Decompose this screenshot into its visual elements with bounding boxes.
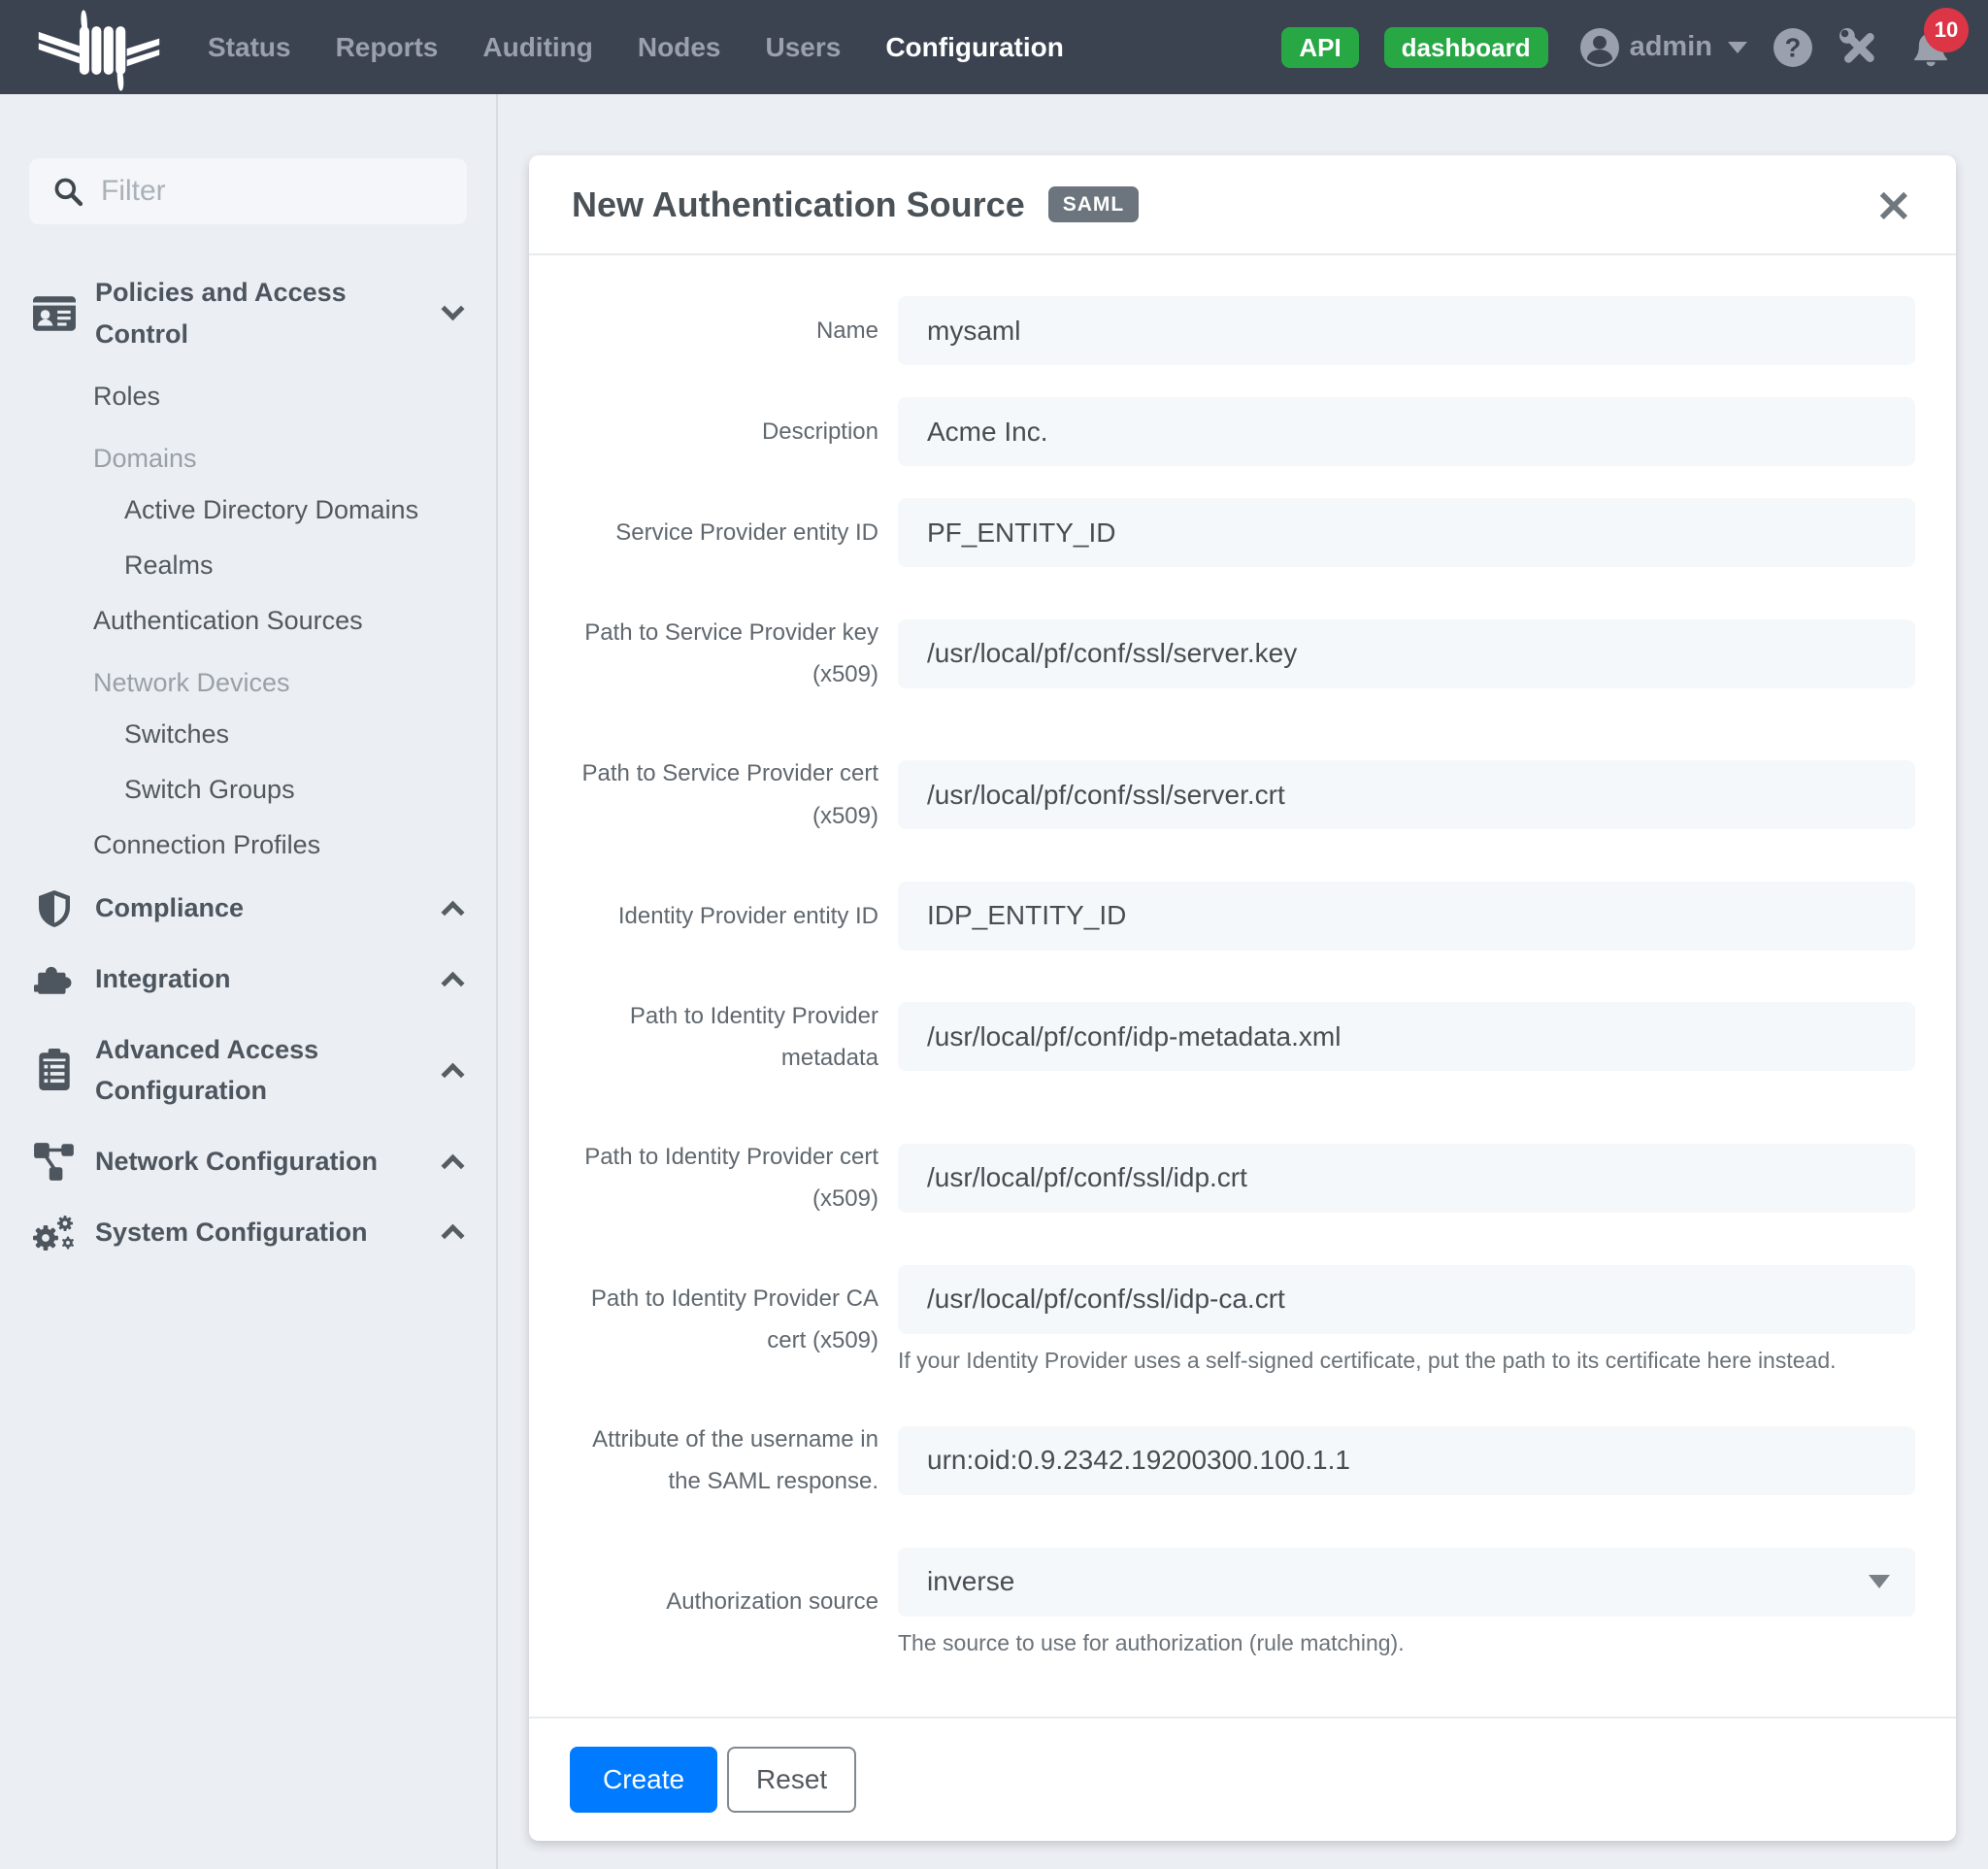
clipboard-icon [32, 1049, 77, 1091]
field-label: Name [815, 317, 878, 344]
person-icon [1579, 27, 1619, 67]
reset-button[interactable]: Reset [727, 1747, 857, 1814]
top-navbar: Status Reports Auditing Nodes Users Configura… [0, 0, 1988, 94]
sidebar: Policies and Access ControlRoles Domains A… [0, 94, 498, 1869]
caret-down-icon [1728, 41, 1747, 53]
username-label: admin [1629, 31, 1712, 62]
sidebar-item-policies-and-access-control[interactable]: Policies and Access Control [0, 257, 496, 369]
sidebar-item-active-directory-domains[interactable]: Active Directory Domains [0, 483, 496, 538]
field-label: Description [761, 417, 878, 445]
field-label: Attribute of the username in the SAML re… [592, 1426, 878, 1495]
saml-badge: SAML [1047, 186, 1140, 222]
sidebar-section-domains: Domains [93, 444, 197, 474]
chevron-up-icon [441, 1153, 465, 1178]
modal-footer: Create Reset [529, 1717, 1956, 1841]
sidebar-item-compliance[interactable]: Compliance [0, 873, 496, 944]
sidebar-item-switches[interactable]: Switches [0, 707, 496, 762]
shield-icon [32, 888, 77, 929]
close-icon[interactable]: × [1874, 182, 1913, 228]
svg-text:?: ? [1785, 32, 1802, 62]
nav-item-nodes[interactable]: Nodes [638, 32, 721, 63]
path-to-service-provider-cert-x509-input[interactable] [898, 760, 1915, 830]
form-row-authorization-source: Authorization source inverse The source t… [570, 1547, 1915, 1657]
selected-value: inverse [927, 1566, 1015, 1597]
nav-item-auditing[interactable]: Auditing [482, 32, 593, 63]
new-authentication-source-modal: New Authentication Source SAML × Name De… [529, 155, 1956, 1842]
field-label: Path to Service Provider cert (x509) [581, 760, 878, 829]
field-label: Service Provider entity ID [615, 518, 878, 546]
path-to-identity-provider-ca-cert-x509-input[interactable] [898, 1264, 1915, 1334]
nav-item-status[interactable]: Status [208, 32, 291, 63]
tools-icon[interactable] [1839, 27, 1879, 68]
sidebar-filter [29, 158, 476, 224]
form-row-identity-provider-entity-id: Identity Provider entity ID [570, 881, 1915, 951]
form-row-service-provider-entity-id: Service Provider entity ID [570, 498, 1915, 567]
attribute-of-the-username-in-the-saml-response-input[interactable] [898, 1425, 1915, 1495]
search-icon [54, 178, 83, 207]
path-to-service-provider-key-x509-input[interactable] [898, 618, 1915, 688]
chevron-up-icon [441, 971, 465, 995]
modal-title: New Authentication Source [572, 184, 1025, 224]
field-help-text: The source to use for authorization (rul… [898, 1629, 1405, 1655]
field-help-text: If your Identity Provider uses a self-si… [898, 1347, 1837, 1373]
field-label: Path to Service Provider key (x509) [584, 619, 878, 688]
field-label: Identity Provider entity ID [617, 902, 878, 929]
chevron-up-icon [441, 1224, 465, 1249]
sidebar-nav: Policies and Access Control Roles Domains A… [0, 257, 496, 1267]
sidebar-item-advanced-access-configuration[interactable]: Advanced Access Configuration [0, 1015, 496, 1126]
form-row-path-to-identity-provider-ca-cert-x509: Path to Identity Provider CA cert (x509)… [570, 1264, 1915, 1375]
form-row-path-to-service-provider-key-x509: Path to Service Provider key (x509) [570, 599, 1915, 708]
help-icon[interactable]: ? [1773, 27, 1813, 68]
dashboard-badge[interactable]: dashboard [1383, 26, 1548, 68]
puzzle-icon [32, 960, 77, 997]
sidebar-item-authentication-sources[interactable]: Authentication Sources [0, 593, 496, 649]
service-provider-entity-id-input[interactable] [898, 498, 1915, 567]
path-to-identity-provider-cert-x509-input[interactable] [898, 1143, 1915, 1213]
form-row-path-to-identity-provider-metadata: Path to Identity Provider metadata [570, 983, 1915, 1091]
main-nav: Status Reports Auditing Nodes Users Configura… [208, 32, 1064, 63]
field-label: Path to Identity Provider metadata [629, 1002, 878, 1071]
form-row-description: Description [570, 397, 1915, 466]
select-caret-icon [1869, 1575, 1890, 1589]
nav-item-reports[interactable]: Reports [336, 32, 439, 63]
sidebar-item-roles[interactable]: Roles [0, 369, 496, 424]
gears-icon [32, 1212, 77, 1252]
form-row-name: Name [570, 296, 1915, 365]
id-card-icon [32, 295, 77, 332]
name-input[interactable] [898, 296, 1915, 365]
field-label: Path to Identity Provider cert (x509) [584, 1144, 878, 1213]
sitemap-icon [32, 1141, 77, 1182]
notification-count-badge: 10 [1924, 7, 1969, 52]
description-input[interactable] [898, 397, 1915, 466]
sidebar-item-system-configuration[interactable]: System Configuration [0, 1197, 496, 1268]
sidebar-item-network-configuration[interactable]: Network Configuration [0, 1126, 496, 1197]
modal-body: Name Description Service Provider entity… [529, 255, 1956, 1717]
api-badge[interactable]: API [1281, 26, 1359, 68]
chevron-up-icon [441, 1062, 465, 1086]
form-row-path-to-identity-provider-cert-x509: Path to Identity Provider cert (x509) [570, 1123, 1915, 1232]
sidebar-item-switch-groups[interactable]: Switch Groups [0, 762, 496, 818]
user-menu[interactable]: admin [1579, 27, 1747, 68]
filter-input[interactable] [101, 175, 476, 208]
sidebar-item-realms[interactable]: Realms [0, 538, 496, 593]
chevron-up-icon [441, 900, 465, 924]
form-row-attribute-of-the-username-in-the-saml-response: Attribute of the username in the SAML re… [570, 1406, 1915, 1515]
path-to-identity-provider-metadata-input[interactable] [898, 1002, 1915, 1072]
nav-item-configuration[interactable]: Configuration [885, 32, 1064, 63]
field-label: Path to Identity Provider CA cert (x509) [590, 1285, 878, 1353]
chevron-down-icon [441, 297, 465, 321]
navbar-right: API dashboard admin ? 10 [1281, 7, 1969, 68]
create-button[interactable]: Create [570, 1747, 718, 1814]
nav-item-users[interactable]: Users [765, 32, 841, 63]
field-label: Authorization source [666, 1588, 878, 1616]
packetfence-logo-icon[interactable] [37, 8, 161, 93]
notifications[interactable]: 10 [1910, 7, 1969, 68]
form-row-path-to-service-provider-cert-x509: Path to Service Provider cert (x509) [570, 740, 1915, 849]
modal-header: New Authentication Source SAML × [529, 155, 1956, 255]
sidebar-item-connection-profiles[interactable]: Connection Profiles [0, 818, 496, 873]
sidebar-section-network-devices: Network Devices [93, 668, 290, 698]
sidebar-item-integration[interactable]: Integration [0, 944, 496, 1015]
authorization-source-select[interactable]: inverse [898, 1547, 1915, 1617]
identity-provider-entity-id-input[interactable] [898, 881, 1915, 951]
